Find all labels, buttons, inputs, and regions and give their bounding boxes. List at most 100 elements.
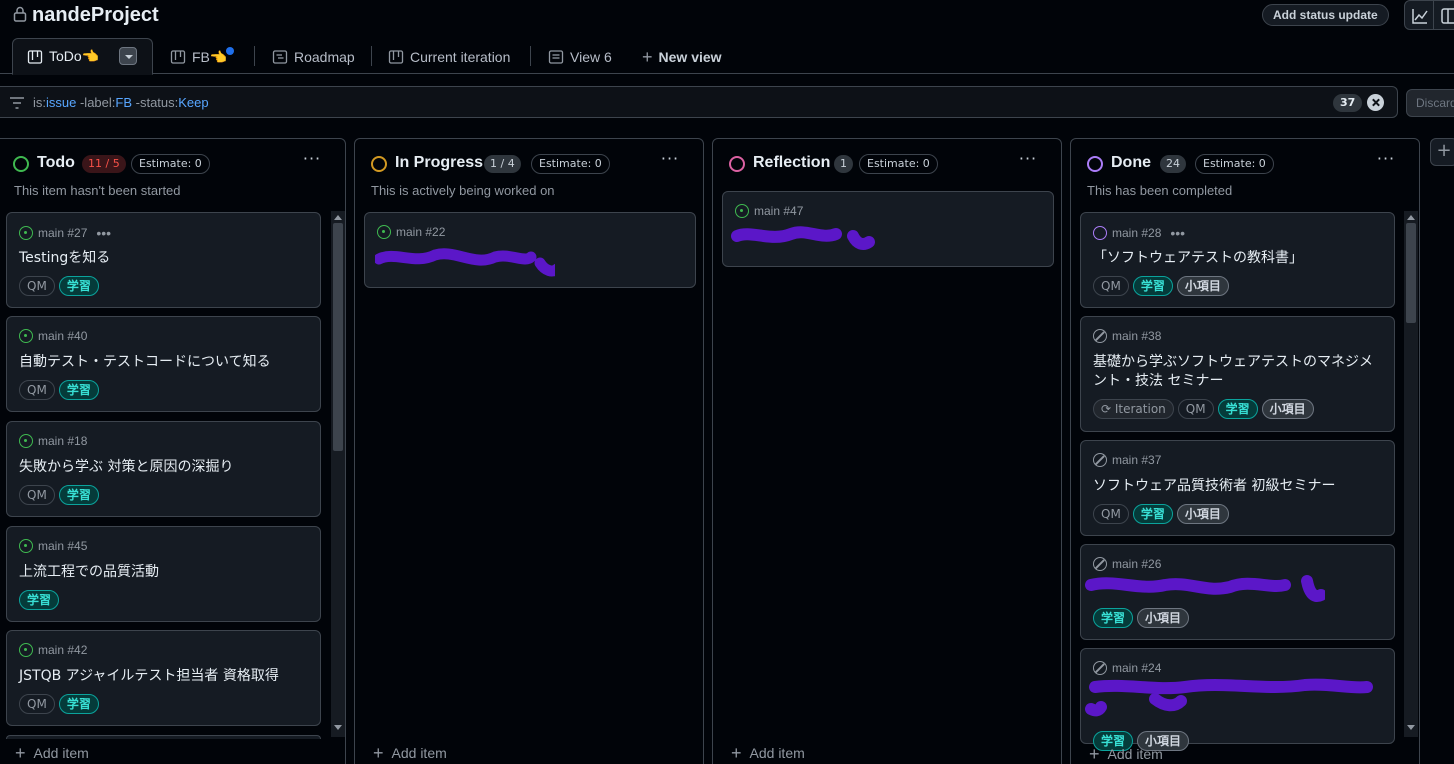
tab-todo[interactable]: ToDo👈	[12, 38, 153, 75]
tab-label: View 6	[570, 49, 612, 65]
issue-ref[interactable]: main #47	[754, 204, 803, 218]
add-status-update-button[interactable]: Add status update	[1262, 4, 1389, 26]
card-title[interactable]: Testingを知る	[19, 249, 110, 268]
tab-label: Current iteration	[410, 49, 511, 65]
issue-card[interactable]: main #37 ソフトウェア品質技術者 初級セミナー QM 学習 小項目	[1080, 440, 1395, 536]
issue-ref[interactable]: main #42	[38, 643, 87, 657]
project-header: nandeProject Add status update	[0, 0, 1454, 36]
issue-card[interactable]: main #26 学習 小項目	[1080, 544, 1395, 640]
label-qm[interactable]: QM	[1177, 399, 1214, 419]
scroll-thumb[interactable]	[333, 223, 343, 451]
issue-ref[interactable]: main #37	[1112, 453, 1161, 467]
card-title[interactable]: 「ソフトウェアテストの教科書」	[1093, 249, 1303, 268]
card-title[interactable]: 自動テスト・テストコードについて知る	[19, 353, 271, 372]
card-labels: QM 学習	[19, 694, 99, 714]
tab-divider	[371, 46, 372, 66]
column-menu-button[interactable]: ···	[1374, 151, 1398, 173]
add-column-button[interactable]: +	[1430, 138, 1454, 166]
label-subitem[interactable]: 小項目	[1176, 504, 1229, 524]
label-study[interactable]: 学習	[1093, 608, 1134, 628]
card-meta: main #27 •••	[19, 225, 111, 241]
label-study[interactable]: 学習	[19, 590, 60, 610]
card-title[interactable]: 失敗から学ぶ 対策と原因の深掘り	[19, 458, 233, 477]
tab-view-6[interactable]: View 6	[548, 40, 612, 74]
discard-button[interactable]: Discard	[1406, 89, 1454, 117]
tab-fb[interactable]: FB👈	[170, 40, 234, 74]
add-item-button[interactable]: + Add item	[1089, 745, 1163, 763]
label-study[interactable]: 学習	[58, 694, 99, 714]
add-item-button[interactable]: + Add item	[15, 744, 89, 762]
label-qm[interactable]: QM	[19, 485, 55, 505]
label-qm[interactable]: QM	[19, 276, 55, 296]
label-study[interactable]: 学習	[1132, 504, 1173, 524]
issue-ref[interactable]: main #26	[1112, 557, 1161, 571]
label-subitem[interactable]: 小項目	[1137, 608, 1190, 628]
label-qm[interactable]: QM	[1093, 504, 1129, 524]
clear-filter-icon[interactable]	[1367, 94, 1384, 111]
lock-icon	[13, 6, 27, 22]
column-menu-button[interactable]: ···	[1016, 151, 1040, 173]
label-subitem[interactable]: 小項目	[1176, 276, 1229, 296]
issue-ref[interactable]: main #18	[38, 434, 87, 448]
card-title[interactable]: ソフトウェア品質技術者 初級セミナー	[1093, 477, 1335, 496]
label-study[interactable]: 学習	[1217, 399, 1258, 419]
sidebar-icon	[1441, 8, 1454, 24]
issue-card[interactable]: main #45 上流工程での品質活動 学習	[6, 526, 321, 622]
tab-label: FB👈	[192, 48, 228, 65]
filter-bar[interactable]: is:issue -label:FB -status:Keep 37	[0, 86, 1398, 118]
label-qm[interactable]: QM	[1093, 276, 1129, 296]
issue-card[interactable]: main #27 ••• Testingを知る QM 学習	[6, 212, 321, 308]
issue-card[interactable]	[6, 735, 321, 739]
issue-card[interactable]: main #40 自動テスト・テストコードについて知る QM 学習	[6, 316, 321, 412]
column-scrollbar[interactable]	[331, 211, 345, 737]
column-menu-button[interactable]: ···	[658, 151, 682, 173]
issue-ref[interactable]: main #24	[1112, 661, 1161, 675]
card-menu-icon[interactable]: •••	[96, 225, 111, 241]
scroll-thumb[interactable]	[1406, 223, 1416, 323]
add-item-button[interactable]: + Add item	[373, 744, 447, 762]
filter-query[interactable]: is:issue -label:FB -status:Keep	[33, 95, 209, 110]
issue-ref[interactable]: main #27	[38, 226, 87, 240]
issue-card[interactable]: main #47	[722, 191, 1054, 267]
issue-ref[interactable]: main #28	[1112, 226, 1161, 240]
issue-card[interactable]: main #42 JSTQB アジャイルテスト担当者 資格取得 QM 学習	[6, 630, 321, 726]
side-panel-button[interactable]	[1433, 0, 1454, 30]
label-iteration[interactable]: ⟳ Iteration	[1093, 399, 1174, 419]
column-description: This is actively being worked on	[371, 183, 555, 198]
label-qm[interactable]: QM	[19, 380, 55, 400]
tab-roadmap[interactable]: Roadmap	[272, 40, 355, 74]
card-title[interactable]: 基礎から学ぶソフトウェアテストのマネジメント・技法 セミナー	[1093, 353, 1385, 391]
label-study[interactable]: 学習	[1132, 276, 1173, 296]
label-study[interactable]: 学習	[58, 485, 99, 505]
label-subitem[interactable]: 小項目	[1261, 399, 1314, 419]
column-header: In Progress 1 / 4 Estimate: 0 ··· This i…	[355, 139, 703, 209]
issue-card[interactable]: main #24 学習 小項目	[1080, 648, 1395, 751]
issue-ref[interactable]: main #22	[396, 225, 445, 239]
tab-options-dropdown[interactable]	[119, 47, 137, 65]
label-study[interactable]: 学習	[58, 276, 99, 296]
scroll-up-icon[interactable]	[334, 215, 342, 220]
label-qm[interactable]: QM	[19, 694, 55, 714]
column-menu-button[interactable]: ···	[300, 151, 324, 173]
label-study[interactable]: 学習	[58, 380, 99, 400]
issue-card[interactable]: main #18 失敗から学ぶ 対策と原因の深掘り QM 学習	[6, 421, 321, 517]
scroll-down-icon[interactable]	[334, 725, 342, 730]
scroll-down-icon[interactable]	[1407, 725, 1415, 730]
card-title[interactable]: JSTQB アジャイルテスト担当者 資格取得	[19, 667, 279, 686]
new-view-button[interactable]: + New view	[642, 40, 722, 74]
issue-card[interactable]: main #38 基礎から学ぶソフトウェアテストのマネジメント・技法 セミナー …	[1080, 316, 1395, 432]
column-scrollbar[interactable]	[1404, 211, 1418, 737]
card-menu-icon[interactable]: •••	[1170, 225, 1185, 241]
issue-card[interactable]: main #22	[364, 212, 696, 288]
tab-current-iteration[interactable]: Current iteration	[388, 40, 510, 74]
card-title[interactable]: 上流工程での品質活動	[19, 563, 159, 582]
issue-ref[interactable]: main #40	[38, 329, 87, 343]
card-meta: main #22	[377, 225, 445, 239]
closed-not-planned-icon	[1093, 557, 1107, 571]
issue-ref[interactable]: main #45	[38, 539, 87, 553]
scroll-up-icon[interactable]	[1407, 215, 1415, 220]
issue-card[interactable]: main #28 ••• 「ソフトウェアテストの教科書」 QM 学習 小項目	[1080, 212, 1395, 308]
issue-ref[interactable]: main #38	[1112, 329, 1161, 343]
add-item-button[interactable]: + Add item	[731, 744, 805, 762]
insights-button[interactable]	[1404, 0, 1434, 30]
